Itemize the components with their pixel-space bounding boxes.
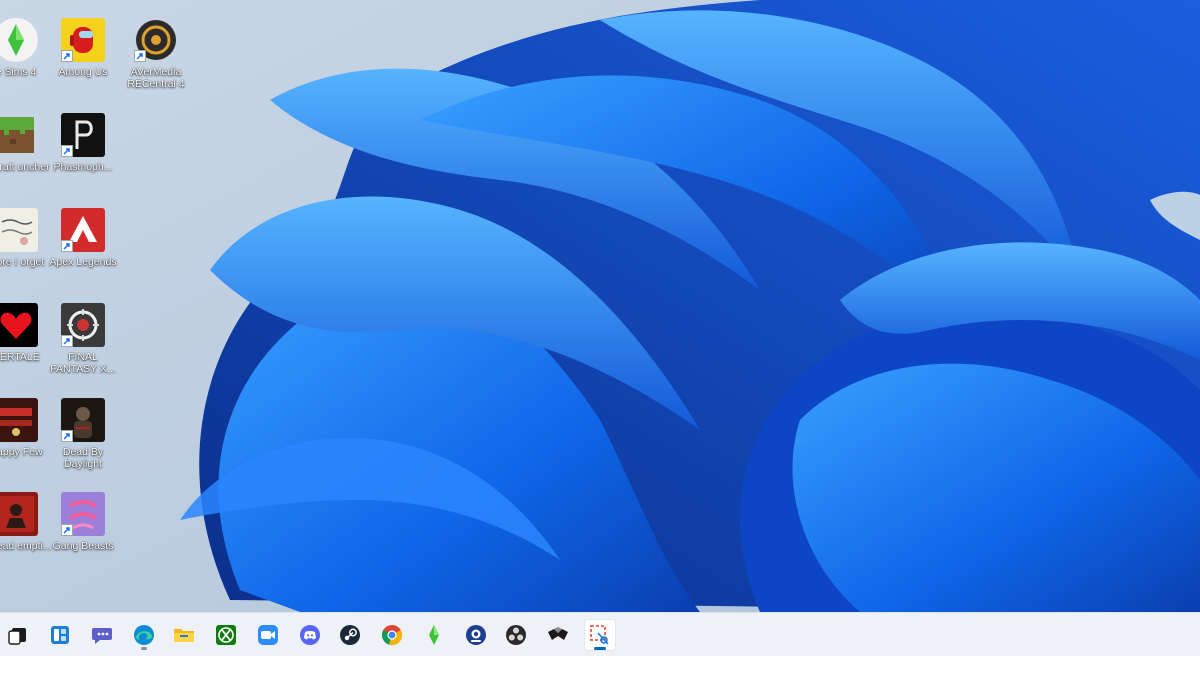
taskbar-file-explorer[interactable] <box>168 619 200 651</box>
apex-legends-icon <box>61 208 105 252</box>
taskbar-xbox[interactable] <box>210 619 242 651</box>
taskbar-app[interactable] <box>542 619 574 651</box>
xbox-icon <box>216 625 236 645</box>
snipping-tool-icon <box>590 625 609 645</box>
gang-beasts-icon <box>61 492 105 536</box>
desktop-icon-label: Dead By Daylight <box>62 446 104 470</box>
taskbar-teams-chat[interactable] <box>86 619 118 651</box>
we-happy-few-icon <box>0 398 38 442</box>
app-logo-icon <box>548 627 568 640</box>
sims-plumbob-icon <box>0 18 38 62</box>
discord-icon <box>300 625 320 645</box>
sims-plumbob-icon <box>429 625 439 645</box>
undertale-heart-icon <box>0 303 38 347</box>
zoom-icon <box>258 625 278 645</box>
final-fantasy-icon <box>61 303 105 347</box>
running-indicator <box>141 647 147 650</box>
desktop-icon-label: AVerMedia RECentral 4 <box>127 66 185 90</box>
steam-icon <box>340 625 360 645</box>
desktop-icon-label: Phasmoph... <box>53 161 113 173</box>
chrome-icon <box>381 625 403 645</box>
red-dead-redemption-icon <box>0 492 38 536</box>
shortcut-arrow-icon <box>61 524 73 536</box>
phasmophobia-p-icon <box>61 113 105 157</box>
among-us-crewmate-icon <box>61 18 105 62</box>
desktop-icon-avermedia[interactable]: AVerMedia RECentral 4 <box>118 18 194 90</box>
active-indicator <box>594 647 606 650</box>
shortcut-arrow-icon <box>61 335 73 347</box>
desktop-icon-label: Apex Legends <box>49 256 117 268</box>
shortcut-arrow-icon <box>134 50 146 62</box>
desktop-icon-dead-by-daylight[interactable]: Dead By Daylight <box>45 398 121 470</box>
taskbar-discord[interactable] <box>294 619 326 651</box>
desktop-icon-gang-beasts[interactable]: Gang Beasts <box>45 492 121 552</box>
desktop-icon-apex-legends[interactable]: Apex Legends <box>45 208 121 268</box>
desktop-icon-label: Gang Beasts <box>52 540 114 552</box>
desktop-icon-phasmophobia[interactable]: Phasmoph... <box>45 113 121 173</box>
avermedia-icon <box>466 625 486 645</box>
desktop-icon-label: Among Us <box>58 66 108 78</box>
desktop-icon-final-fantasy[interactable]: FINAL FANTASY X... <box>45 303 121 375</box>
before-i-forget-icon <box>0 208 38 252</box>
taskbar-avermedia[interactable] <box>460 619 492 651</box>
desktop-icon-label: FINAL FANTASY X... <box>50 351 116 375</box>
shortcut-arrow-icon <box>61 240 73 252</box>
below-taskbar-area <box>0 656 1200 675</box>
taskbar-snipping-tool[interactable] <box>584 619 616 651</box>
desktop-wallpaper <box>0 0 1200 612</box>
taskbar-steam[interactable] <box>334 619 366 651</box>
edge-icon <box>134 625 154 645</box>
avermedia-lens-icon <box>134 18 178 62</box>
taskbar-task-view[interactable] <box>2 619 34 651</box>
minecraft-grass-block-icon <box>0 113 38 157</box>
taskbar-sims[interactable] <box>418 619 450 651</box>
taskbar-widgets[interactable] <box>44 619 76 651</box>
taskbar-edge[interactable] <box>128 619 160 651</box>
desktop-icon-among-us[interactable]: Among Us <box>45 18 121 78</box>
teams-chat-icon <box>92 628 112 644</box>
task-view-icon <box>8 628 26 645</box>
shortcut-arrow-icon <box>61 145 73 157</box>
dead-by-daylight-icon <box>61 398 105 442</box>
taskbar <box>0 612 1200 657</box>
widgets-icon <box>51 626 69 644</box>
taskbar-chrome[interactable] <box>376 619 408 651</box>
taskbar-zoom[interactable] <box>252 619 284 651</box>
file-explorer-icon <box>174 629 194 642</box>
taskbar-obs[interactable] <box>500 619 532 651</box>
shortcut-arrow-icon <box>61 50 73 62</box>
obs-icon <box>506 625 526 645</box>
shortcut-arrow-icon <box>61 430 73 442</box>
